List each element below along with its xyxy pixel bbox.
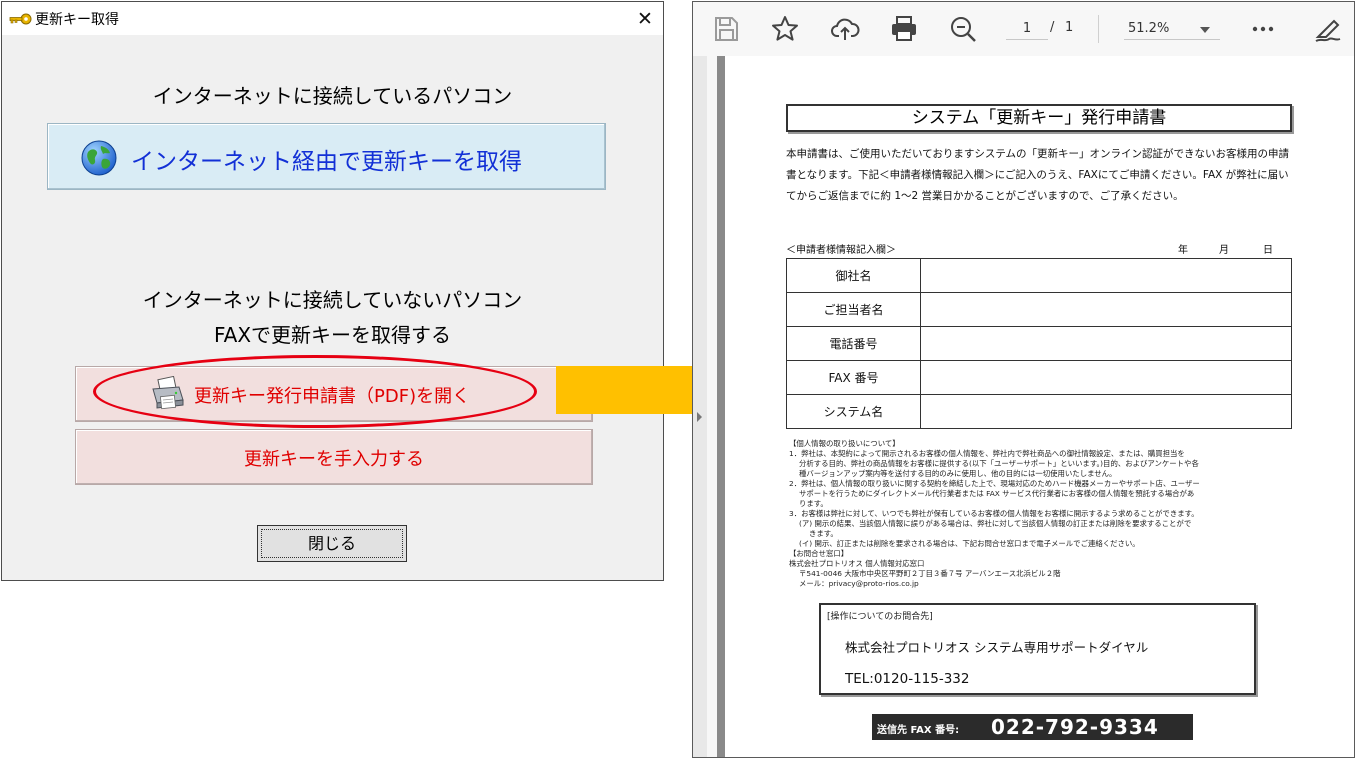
privacy-line: 〒541-0046 大阪市中央区平野町２丁目３番７号 アーバンエース北浜ビル２階 <box>799 569 1061 578</box>
online-heading: インターネットに接続しているパソコン <box>152 84 513 108</box>
privacy-line: 【お問合せ窓口】 <box>789 549 849 558</box>
get-key-online-label: インターネット経由で更新キーを取得 <box>131 149 522 175</box>
toolbar-divider <box>1098 15 1099 43</box>
close-button-label: 閉じる <box>261 529 403 558</box>
print-icon[interactable] <box>889 14 919 44</box>
privacy-line: (ア) 開示の結果、当該個人情報に誤りがある場合は、弊社に対して当該個人情報の訂… <box>799 519 1192 528</box>
support-name: 株式会社プロトリオス システム専用サポートダイヤル <box>845 640 1149 655</box>
page-total: 1 <box>1065 20 1074 35</box>
fax-label: 送信先 FAX 番号: <box>877 725 960 736</box>
manual-key-entry-label: 更新キーを手入力する <box>244 449 424 470</box>
close-button[interactable]: 閉じる <box>257 525 407 562</box>
pdf-toolbar: 1 / 1 51.2% <box>693 2 1354 56</box>
update-key-dialog: 更新キー取得 ✕ インターネットに接続しているパソコン インターネット経由で更新… <box>1 1 664 581</box>
privacy-line: 【個人情報の取り扱いについて】 <box>789 439 900 448</box>
manual-key-entry-button[interactable]: 更新キーを手入力する <box>75 429 593 485</box>
pdf-viewer: 1 / 1 51.2% システム「更新キー」発行申請書 本申請書は、ご使用いただ… <box>692 1 1355 758</box>
form-field <box>920 326 1292 361</box>
star-icon[interactable] <box>770 14 800 44</box>
table-row: 電話番号 <box>786 326 1292 361</box>
zoom-dropdown[interactable]: 51.2% <box>1124 18 1220 40</box>
privacy-line: 分析する目的、弊社の商品情報をお客様に提供する(以下「ユーザーサポート」といいま… <box>799 459 1199 468</box>
zoom-out-icon[interactable] <box>948 14 978 44</box>
printer-icon <box>152 376 184 410</box>
date-month-label: 月 <box>1219 245 1229 256</box>
fax-number: 022-792-9334 <box>991 715 1159 739</box>
privacy-line: きます。 <box>809 529 838 538</box>
screenshot-root: 更新キー取得 ✕ インターネットに接続しているパソコン インターネット経由で更新… <box>0 0 1356 759</box>
zoom-value: 51.2% <box>1128 21 1170 36</box>
chevron-down-icon <box>1200 27 1210 33</box>
form-field <box>920 258 1292 293</box>
offline-heading-line1: インターネットに接続していないパソコン <box>142 288 523 312</box>
form-heading: ＜申請者様情報記入欄＞ <box>786 245 896 256</box>
support-contact-box: [操作についてのお問合先] 株式会社プロトリオス システム専用サポートダイヤル … <box>819 603 1256 695</box>
globe-icon <box>81 140 117 176</box>
save-icon[interactable] <box>711 14 741 44</box>
pdf-page: システム「更新キー」発行申請書 本申請書は、ご使用いただいておりますシステムの「… <box>725 56 1354 757</box>
support-heading: [操作についてのお問合先] <box>827 612 933 622</box>
page-edge <box>717 56 725 757</box>
form-label: ご担当者名 <box>786 292 921 327</box>
dialog-close-icon[interactable]: ✕ <box>628 6 662 32</box>
table-row: ご担当者名 <box>786 292 1292 327</box>
fax-destination-band: 送信先 FAX 番号: 022-792-9334 <box>872 714 1193 740</box>
panel-expand-icon[interactable] <box>697 412 702 422</box>
privacy-line: 2．弊社は、個人情報の取り扱いに関する契約を締結した上で、現場対応のためハード機… <box>789 479 1200 488</box>
form-label: システム名 <box>786 394 921 429</box>
form-field <box>920 360 1292 395</box>
page-separator: / <box>1050 20 1055 35</box>
table-row: FAX 番号 <box>786 360 1292 395</box>
privacy-line: メール：privacy@proto-rios.co.jp <box>799 579 919 588</box>
document-title: システム「更新キー」発行申請書 <box>786 104 1292 132</box>
table-row: 御社名 <box>786 258 1292 293</box>
privacy-notice: 【個人情報の取り扱いについて】 1．弊社は、本契約によって開示されるお客様の個人… <box>789 439 1299 589</box>
form-field <box>920 292 1292 327</box>
applicant-form-table: 御社名 ご担当者名 電話番号 FAX 番号 システム名 <box>786 258 1292 429</box>
privacy-line: 1．弊社は、本契約によって開示されるお客様の個人情報を、弊社内で弊社商品への御社… <box>789 449 1185 458</box>
open-pdf-form-button[interactable]: 更新キー発行申請書（PDF)を開く <box>75 366 593 422</box>
form-label: 電話番号 <box>786 326 921 361</box>
upload-icon[interactable] <box>830 14 860 44</box>
document-intro: 本申請書は、ご使用いただいておりますシステムの「更新キー」オンライン認証ができな… <box>786 148 1290 202</box>
date-day-label: 日 <box>1263 245 1273 256</box>
date-year-label: 年 <box>1178 245 1188 256</box>
privacy-line: ります。 <box>799 499 828 508</box>
privacy-line: サポートを行うためにダイレクトメール代行業者または FAX サービス代行業者にお… <box>799 489 1195 498</box>
form-label: FAX 番号 <box>786 360 921 395</box>
table-row: システム名 <box>786 394 1292 429</box>
support-tel: TEL:0120-115-332 <box>845 671 970 687</box>
open-pdf-form-label: 更新キー発行申請書（PDF)を開く <box>194 386 471 407</box>
privacy-line: (イ) 開示、訂正または削除を要求される場合は、下記お問合せ窓口まで電子メールで… <box>799 539 1140 548</box>
get-key-online-button[interactable]: インターネット経由で更新キーを取得 <box>47 123 606 190</box>
key-icon <box>9 13 32 25</box>
page-number-input[interactable]: 1 <box>1006 18 1048 40</box>
left-panel-strip[interactable] <box>693 56 707 757</box>
privacy-line: 3．お客様は弊社に対して、いつでも弊社が保有しているお客様の個人情報をお客様に開… <box>789 509 1199 518</box>
dialog-titlebar: 更新キー取得 ✕ <box>2 2 663 35</box>
privacy-line: 株式会社プロトリオス 個人情報対応窓口 <box>789 559 925 568</box>
form-field <box>920 394 1292 429</box>
form-label: 御社名 <box>786 258 921 293</box>
privacy-line: 種バージョンアップ案内等を送付する目的のみに使用し、他の目的には一切使用いたしま… <box>799 469 1117 478</box>
sign-icon[interactable] <box>1313 14 1343 44</box>
dialog-title: 更新キー取得 <box>35 12 119 28</box>
more-icon[interactable] <box>1248 14 1278 44</box>
